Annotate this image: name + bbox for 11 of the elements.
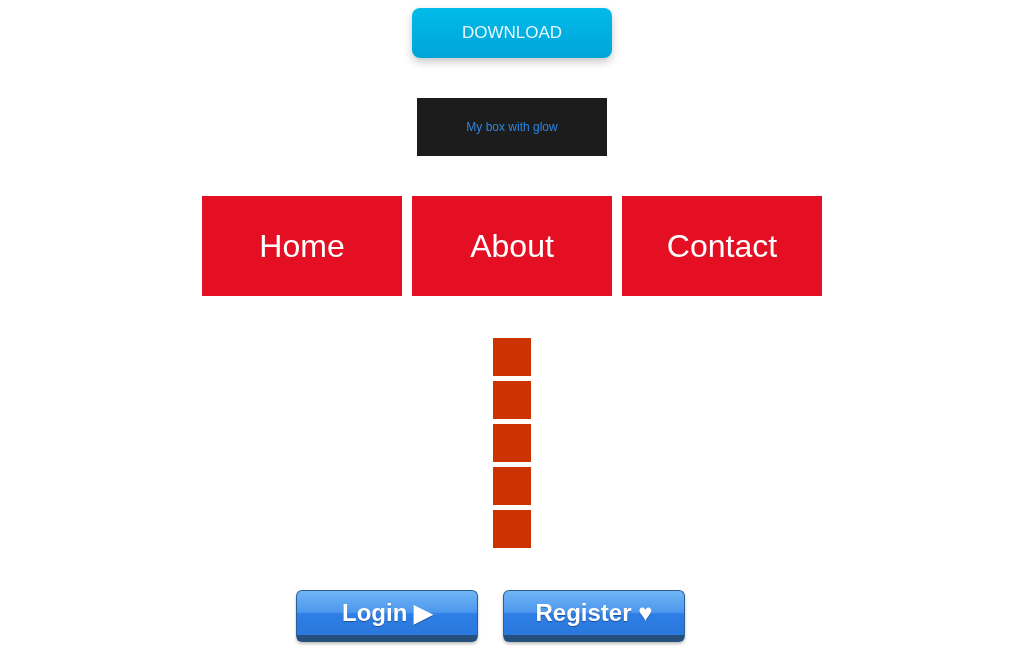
square-block	[493, 510, 531, 548]
square-block	[493, 381, 531, 419]
square-block	[493, 467, 531, 505]
nav-link[interactable]: About	[412, 196, 612, 296]
glow-box-text: My box with glow	[466, 120, 558, 134]
nav-link[interactable]: Contact	[622, 196, 822, 296]
nav-link[interactable]: Home	[202, 196, 402, 296]
register-button[interactable]: Register ♥	[503, 590, 685, 642]
square-block	[493, 338, 531, 376]
square-block	[493, 424, 531, 462]
login-button[interactable]: Login ▶	[296, 590, 478, 642]
